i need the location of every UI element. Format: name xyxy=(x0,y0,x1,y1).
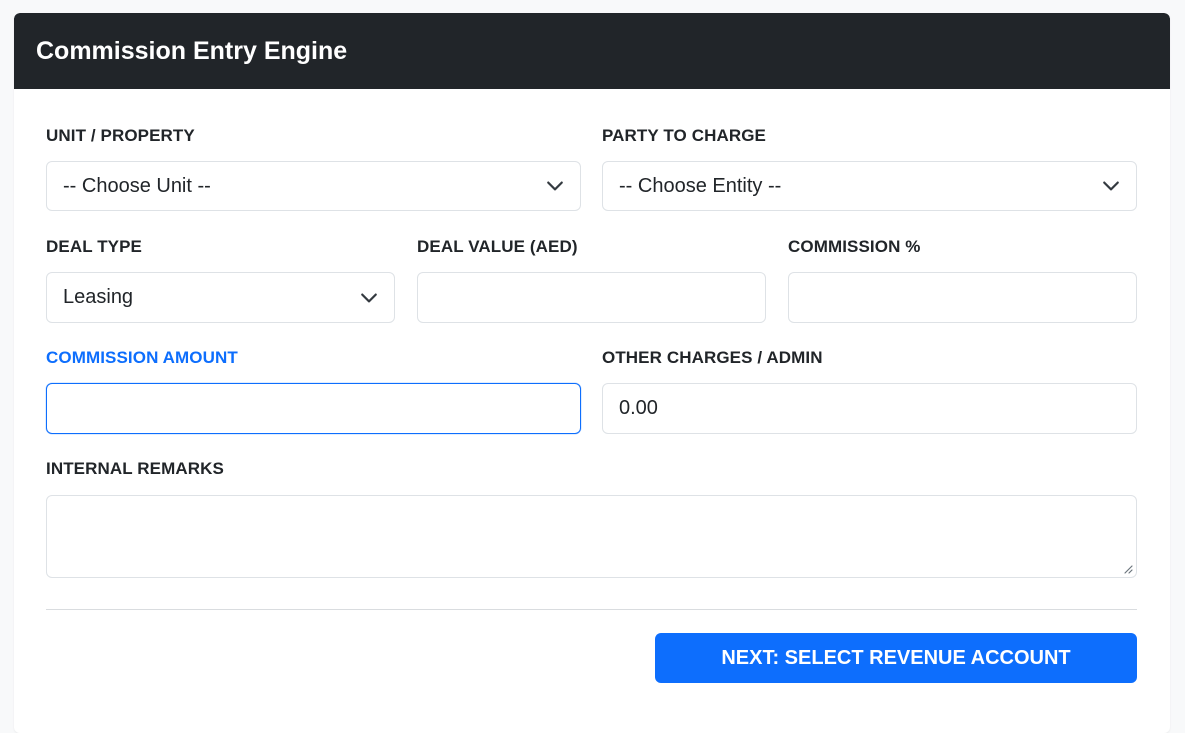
chevron-down-icon xyxy=(1103,181,1119,191)
deal-value-input[interactable] xyxy=(417,272,766,323)
form-divider xyxy=(46,609,1137,610)
commission-percent-input[interactable] xyxy=(788,272,1137,323)
party-to-charge-label: PARTY TO CHARGE xyxy=(602,126,766,145)
other-charges-text: 0.00 xyxy=(619,397,658,419)
chevron-down-icon xyxy=(547,181,563,191)
party-to-charge-value: -- Choose Entity -- xyxy=(619,174,782,197)
page-title: Commission Entry Engine xyxy=(36,36,348,65)
deal-type-label: DEAL TYPE xyxy=(46,237,142,256)
other-charges-input[interactable]: 0.00 xyxy=(602,383,1137,434)
internal-remarks-label: INTERNAL REMARKS xyxy=(46,459,224,478)
unit-property-value: -- Choose Unit -- xyxy=(63,174,211,197)
card-header: Commission Entry Engine xyxy=(14,13,1170,89)
party-to-charge-select[interactable]: -- Choose Entity -- xyxy=(602,161,1137,211)
commission-percent-label: COMMISSION % xyxy=(788,237,921,256)
next-select-revenue-account-button[interactable]: NEXT: SELECT REVENUE ACCOUNT xyxy=(655,633,1137,683)
other-charges-label: OTHER CHARGES / ADMIN xyxy=(602,348,823,367)
commission-amount-input[interactable] xyxy=(46,383,581,434)
deal-type-select[interactable]: Leasing xyxy=(46,272,395,323)
deal-value-label: DEAL VALUE (AED) xyxy=(417,237,578,256)
internal-remarks-textarea[interactable] xyxy=(46,495,1137,578)
chevron-down-icon xyxy=(361,293,377,302)
unit-property-label: UNIT / PROPERTY xyxy=(46,126,195,145)
commission-amount-label: COMMISSION AMOUNT xyxy=(46,348,238,367)
deal-type-value: Leasing xyxy=(63,286,134,308)
resize-grip-icon[interactable] xyxy=(1123,564,1133,574)
unit-property-select[interactable]: -- Choose Unit -- xyxy=(46,161,581,211)
commission-entry-card: Commission Entry Engine xyxy=(14,13,1170,733)
